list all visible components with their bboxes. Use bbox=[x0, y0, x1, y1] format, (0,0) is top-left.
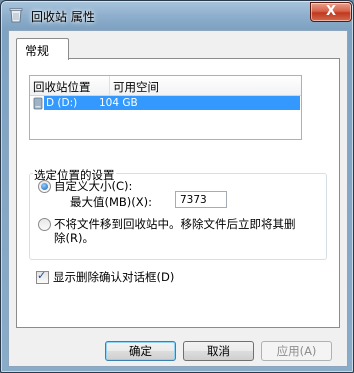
cancel-button[interactable]: 取消 bbox=[183, 341, 254, 361]
tab-general[interactable]: 常规 bbox=[16, 38, 69, 60]
list-item[interactable]: D (D:) 104 GB bbox=[44, 96, 300, 110]
custom-size-label[interactable]: 自定义大小(C): bbox=[54, 178, 132, 194]
confirm-delete-checkbox[interactable] bbox=[36, 269, 49, 284]
window-title: 回收站 属性 bbox=[31, 10, 95, 24]
location-cell: D (D:) bbox=[46, 97, 78, 109]
title-bar[interactable]: 回收站 属性 X bbox=[1, 1, 353, 29]
no-recycle-radio[interactable] bbox=[38, 218, 51, 231]
max-value-label: 最大值(MB)(X): bbox=[70, 195, 153, 209]
drive-icon bbox=[33, 97, 43, 110]
column-header-free-space[interactable]: 可用空间 bbox=[113, 79, 159, 95]
column-header-location[interactable]: 回收站位置 bbox=[33, 79, 91, 95]
properties-window: 回收站 属性 X 常规 回收站位置 可用空间 D (D:) 104 GB 选定位… bbox=[0, 0, 354, 373]
ok-button[interactable]: 确定 bbox=[105, 341, 176, 361]
apply-button[interactable]: 应用(A) bbox=[261, 341, 332, 361]
free-space-cell: 104 GB bbox=[99, 97, 138, 109]
list-header: 回收站位置 可用空间 bbox=[30, 76, 301, 96]
recycle-location-list[interactable]: 回收站位置 可用空间 D (D:) 104 GB bbox=[29, 75, 302, 140]
tab-general-label: 常规 bbox=[25, 44, 50, 58]
close-button[interactable]: X bbox=[310, 2, 352, 22]
confirm-delete-label[interactable]: 显示删除确认对话框(D) bbox=[53, 269, 174, 285]
dialog-client-area: 常规 回收站位置 可用空间 D (D:) 104 GB 选定位置的设置 自定义大… bbox=[8, 30, 348, 367]
no-recycle-label-line2[interactable]: 除(R)。 bbox=[54, 230, 94, 246]
column-separator[interactable] bbox=[109, 76, 110, 95]
custom-size-radio[interactable] bbox=[38, 180, 51, 193]
recycle-bin-icon bbox=[9, 8, 23, 23]
max-size-input[interactable]: 7373 bbox=[175, 191, 227, 208]
